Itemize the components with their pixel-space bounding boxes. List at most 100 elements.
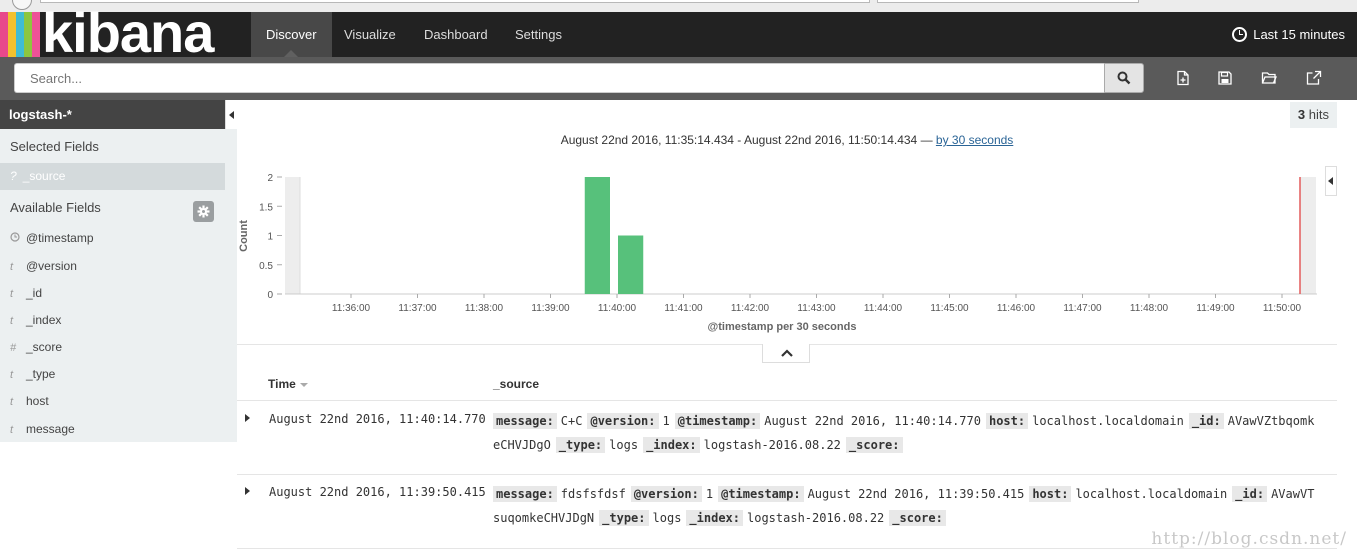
y-tick-label: 2: [267, 173, 273, 184]
kibana-logo[interactable]: kibana: [0, 1, 240, 64]
source-field-value: eCHVJDgO: [493, 438, 551, 452]
share-icon[interactable]: [1306, 70, 1322, 86]
source-field-value: logs: [652, 511, 682, 525]
source-field-key: _id:: [1188, 413, 1224, 429]
field-name: message: [26, 422, 75, 436]
selected-field-source[interactable]: ? _source: [0, 163, 225, 190]
source-field-key: _type:: [599, 510, 649, 526]
field-index[interactable]: t _index: [10, 313, 61, 327]
string-type-icon: t: [10, 424, 14, 436]
hits-counter: 3 hits: [1289, 102, 1337, 128]
source-field-key: _index:: [686, 510, 743, 526]
x-tick-label: 11:44:00: [864, 303, 903, 314]
row-source-line: suqomkeCHVJDgN _type: logs _index: logstash-…: [493, 506, 1333, 530]
string-type-icon: t: [10, 396, 14, 408]
expand-row-icon[interactable]: [245, 487, 250, 495]
time-range-text: August 22nd 2016, 11:35:14.434 - August …: [560, 133, 933, 147]
row-time: August 22nd 2016, 11:39:50.415: [269, 485, 486, 499]
source-field-key: host:: [985, 413, 1029, 429]
field-message[interactable]: t message: [10, 422, 75, 436]
source-field-value: 1: [705, 487, 714, 501]
source-field-key: host:: [1029, 486, 1072, 502]
hits-count: 3: [1297, 107, 1306, 122]
tab-settings[interactable]: Settings: [500, 12, 577, 57]
row-source-line: message: C+C @version: 1 @timestamp: August 2…: [493, 409, 1333, 433]
x-tick-label: 11:41:00: [664, 303, 703, 314]
source-field-value: fdsfsfdsf: [560, 487, 626, 501]
x-axis-title: @timestamp per 30 seconds: [708, 321, 857, 333]
toggle-chart-button[interactable]: [762, 344, 810, 363]
tab-visualize[interactable]: Visualize: [329, 12, 411, 57]
field-name: _source: [22, 169, 66, 183]
save-icon[interactable]: [1217, 70, 1233, 86]
histogram-bar: [618, 235, 644, 294]
tab-discover[interactable]: Discover: [251, 12, 332, 57]
search-input[interactable]: [14, 63, 1104, 93]
chevron-up-icon: [781, 349, 793, 357]
x-tick-label: 11:48:00: [1130, 303, 1169, 314]
new-search-icon[interactable]: [1175, 70, 1191, 86]
field-score[interactable]: # _score: [10, 340, 62, 354]
column-header-source[interactable]: _source: [493, 377, 539, 391]
time-picker[interactable]: Last 15 minutes: [1232, 12, 1345, 57]
index-pattern-selector[interactable]: logstash-*: [0, 100, 225, 129]
source-field-key: _id:: [1232, 486, 1268, 502]
field-name: _score: [26, 340, 63, 354]
field-settings-button[interactable]: [193, 201, 214, 222]
row-source-line: eCHVJDgO _type: logs _index: logstash-2016.0…: [493, 433, 1333, 457]
string-type-icon: t: [10, 288, 14, 300]
field-timestamp[interactable]: @timestamp: [10, 231, 94, 245]
field-name: host: [26, 394, 49, 408]
row-source: message: C+C @version: 1 @timestamp: August 2…: [493, 409, 1333, 457]
source-field-key: _score:: [845, 437, 903, 453]
field-host[interactable]: t host: [10, 394, 49, 408]
out-of-range-band: [1300, 177, 1316, 294]
tab-dashboard[interactable]: Dashboard: [409, 12, 503, 57]
source-field-key: @version:: [587, 413, 659, 429]
source-field-key: _index:: [643, 437, 700, 453]
logo-stripe: [0, 12, 8, 57]
expand-row-icon[interactable]: [245, 414, 250, 422]
sort-down-icon[interactable]: [299, 382, 308, 387]
source-field-value: logs: [609, 438, 639, 452]
y-tick-label: 0.5: [259, 261, 273, 272]
hits-label: hits: [1308, 107, 1329, 122]
source-field-value: 1: [662, 414, 670, 428]
histogram-svg[interactable]: 0 0.5 1 1.5 2 11:36:00 11:37:00 11:38:00 11:39:0…: [237, 162, 1322, 342]
field-version[interactable]: t @version: [10, 259, 77, 273]
search-icon: [1117, 71, 1131, 85]
header-divider: [237, 400, 1337, 401]
x-tick-label: 11:42:00: [731, 303, 770, 314]
logo-stripe: [8, 12, 16, 57]
y-tick-label: 1.5: [259, 202, 273, 213]
column-header-time[interactable]: Time: [268, 377, 308, 391]
source-field-key: _score:: [889, 510, 946, 526]
field-name: _index: [26, 313, 62, 327]
histogram-bar: [584, 177, 610, 294]
source-field-key: @timestamp:: [674, 413, 761, 429]
x-tick-label: 11:50:00: [1263, 303, 1302, 314]
source-field-value: AVawVZtbqomk: [1227, 414, 1315, 428]
logo-stripe: [16, 12, 24, 57]
interval-link[interactable]: by 30 seconds: [936, 133, 1013, 147]
watermark: http://blog.csdn.net/: [1151, 529, 1347, 549]
browser-search-field[interactable]: [877, 0, 1139, 3]
source-field-value: localhost.localdomain: [1075, 487, 1228, 501]
top-navbar: kibana Discover Visualize Dashboard Sett…: [0, 1, 1357, 64]
collapse-chart-button[interactable]: [1325, 166, 1337, 196]
logo-stripe: [32, 12, 40, 57]
search-button[interactable]: [1104, 63, 1144, 93]
browser-button[interactable]: [12, 0, 32, 10]
open-folder-icon[interactable]: [1261, 70, 1277, 86]
field-type[interactable]: t _type: [10, 367, 55, 381]
gear-icon: [197, 205, 210, 218]
field-name: _type: [26, 367, 56, 381]
row-source: message: fdsfsfdsf @version: 1 @timestamp: Au…: [493, 482, 1333, 530]
histogram-chart: 0 0.5 1 1.5 2 11:36:00 11:37:00 11:38:00 11:39:0…: [237, 162, 1337, 342]
field-id[interactable]: t _id: [10, 286, 42, 300]
clock-icon: [10, 232, 26, 245]
row-time: August 22nd 2016, 11:40:14.770: [269, 412, 486, 426]
string-type-icon: t: [10, 315, 14, 327]
source-field-value: suqomkeCHVJDgN: [493, 511, 595, 525]
source-field-key: _type:: [555, 437, 606, 453]
